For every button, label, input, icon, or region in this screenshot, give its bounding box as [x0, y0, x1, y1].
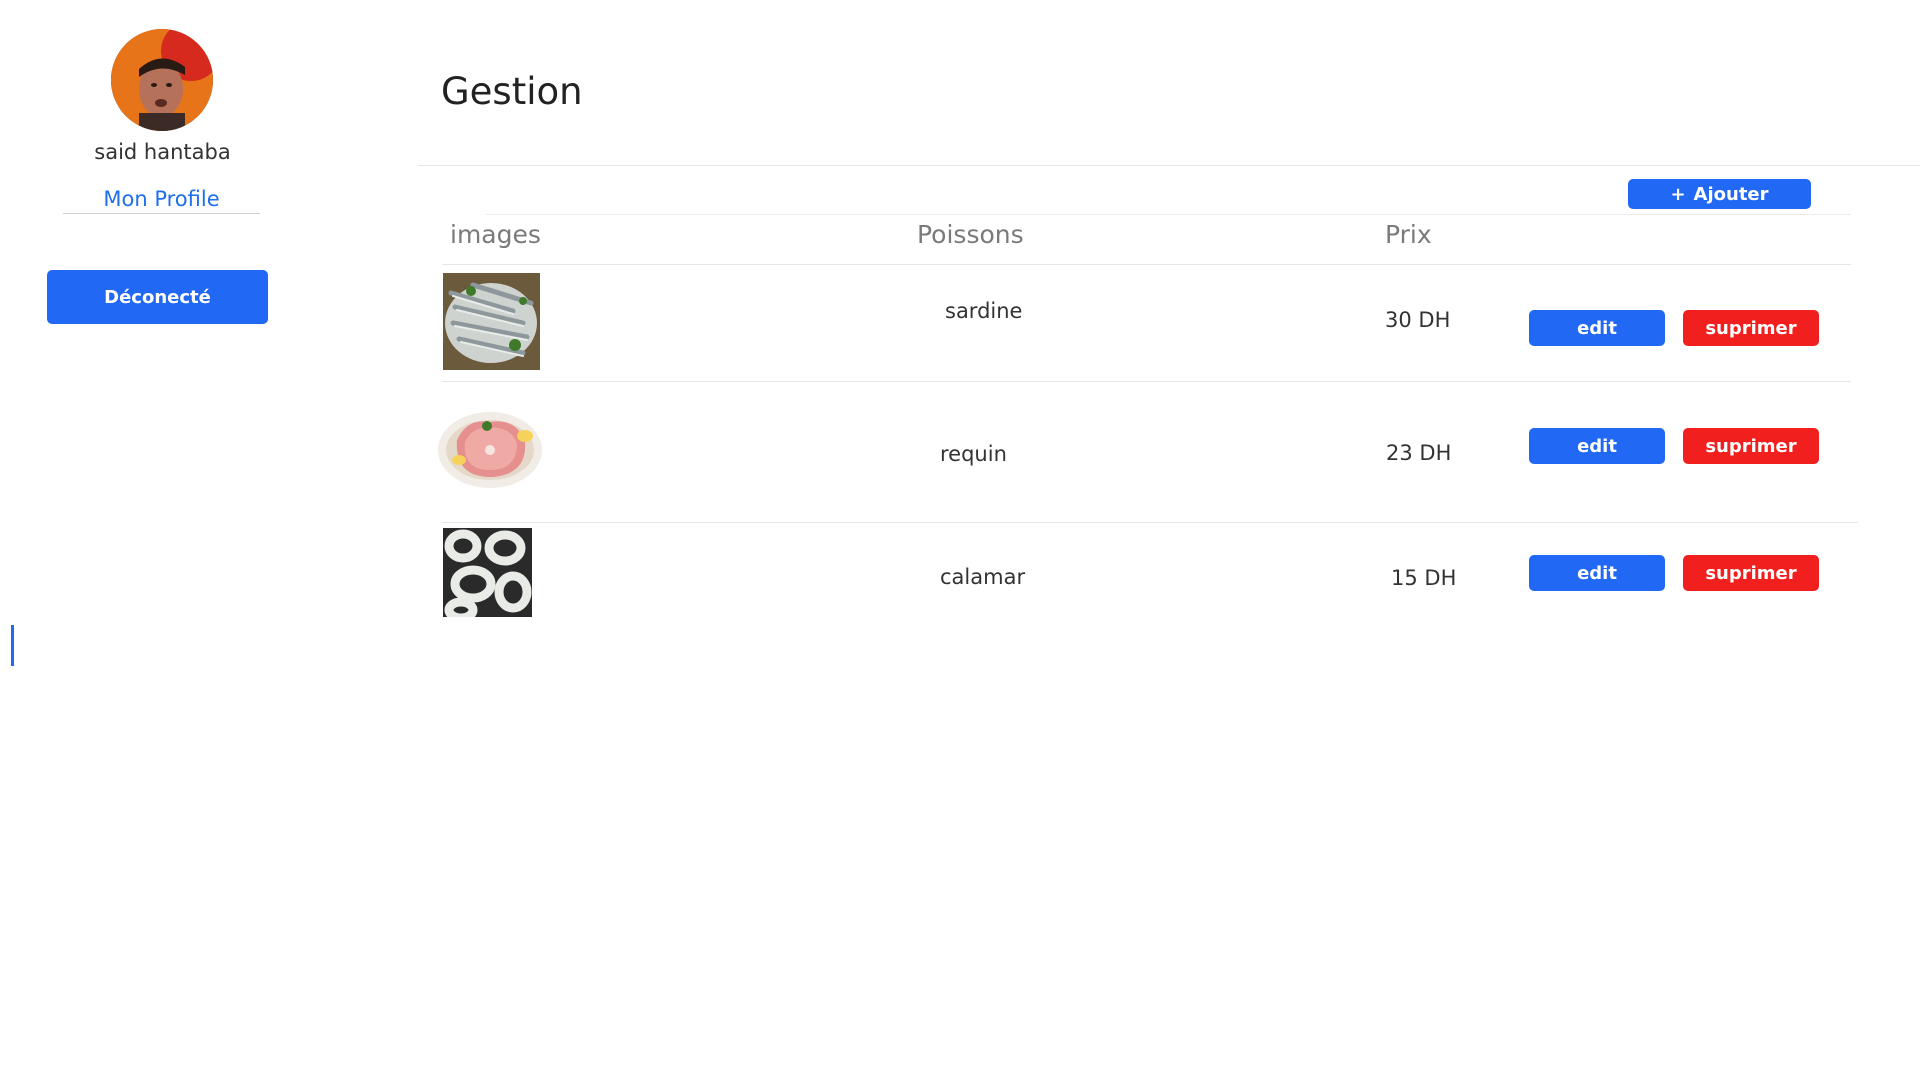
delete-button[interactable]: suprimer	[1683, 428, 1819, 464]
user-name: said hantaba	[94, 140, 231, 164]
calamar-image	[443, 528, 532, 617]
avatar	[111, 29, 213, 131]
requin-image	[437, 410, 544, 490]
delete-button[interactable]: suprimer	[1683, 555, 1819, 591]
row-divider	[442, 381, 1851, 382]
divider	[486, 214, 1851, 215]
add-button-label: Ajouter	[1693, 183, 1769, 205]
page-title: Gestion	[441, 70, 583, 113]
divider	[63, 213, 260, 214]
edit-button[interactable]: edit	[1529, 310, 1665, 346]
edit-button[interactable]: edit	[1529, 428, 1665, 464]
fish-name: requin	[940, 442, 1007, 466]
logout-button[interactable]: Déconecté	[47, 270, 268, 324]
column-header-images: images	[450, 220, 541, 249]
fish-price: 30 DH	[1385, 308, 1451, 332]
fish-name: calamar	[940, 565, 1026, 589]
row-divider	[442, 522, 1858, 523]
fish-price: 23 DH	[1386, 441, 1452, 465]
plus-icon: +	[1670, 183, 1686, 205]
profile-link[interactable]: Mon Profile	[63, 187, 260, 211]
fish-name: sardine	[945, 299, 1023, 323]
sardine-image	[443, 273, 540, 370]
fish-price: 15 DH	[1391, 566, 1457, 590]
column-header-prix: Prix	[1385, 220, 1432, 249]
divider	[442, 264, 1851, 265]
edit-button[interactable]: edit	[1529, 555, 1665, 591]
column-header-poissons: Poissons	[917, 220, 1024, 249]
header-divider	[418, 165, 1920, 166]
sidebar-indicator	[11, 625, 14, 666]
add-button[interactable]: + Ajouter	[1628, 179, 1811, 209]
delete-button[interactable]: suprimer	[1683, 310, 1819, 346]
